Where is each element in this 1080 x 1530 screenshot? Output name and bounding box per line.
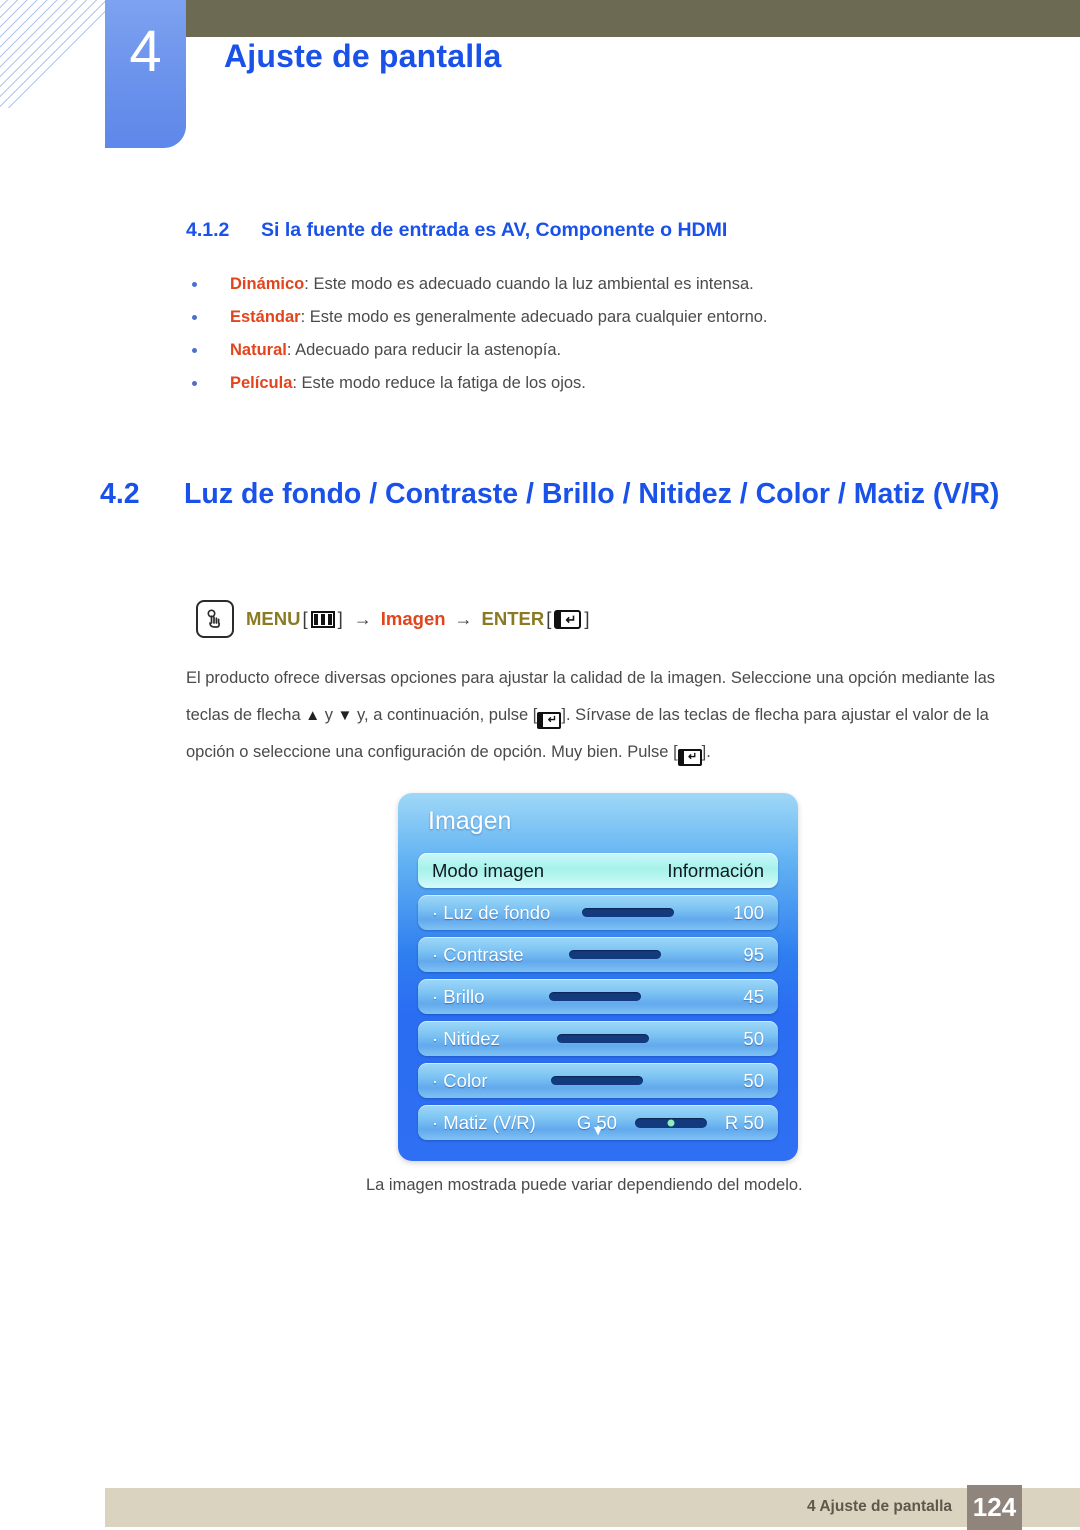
chapter-number: 4 [129, 18, 162, 84]
menu-bars-icon [310, 610, 335, 628]
osd-slider[interactable] [550, 1076, 643, 1085]
osd-row-label: · Brillo [432, 985, 485, 1007]
list-item: Película: Este modo reduce la fatiga de … [186, 367, 886, 400]
osd-scroll-down-icon[interactable]: ▼ [398, 1123, 798, 1137]
bracket-close: ] [584, 608, 590, 629]
bracket-open: [ [302, 608, 308, 629]
body-line-2c: ]. Sírvase de las teclas de flecha para [561, 706, 837, 724]
osd-row-contraste[interactable]: · Contraste 95 [418, 937, 778, 972]
osd-slider[interactable] [549, 992, 642, 1001]
osd-row-label: · Nitidez [432, 1027, 500, 1049]
osd-title: Imagen [428, 807, 512, 835]
osd-slider[interactable] [556, 1034, 649, 1043]
list-item: Dinámico: Este modo es adecuado cuando l… [186, 268, 886, 301]
list-item: Estándar: Este modo es generalmente adec… [186, 301, 886, 334]
osd-row-value: 95 [743, 943, 764, 965]
page-title: Ajuste de pantalla [224, 38, 502, 74]
decorative-hatch-pattern [0, 0, 108, 108]
path-arrow-1: → [353, 608, 372, 629]
bullet-keyword: Natural [230, 341, 287, 359]
enter-button-label: ENTER [481, 608, 545, 629]
osd-row-modo-imagen[interactable]: Modo imagen Información [418, 853, 778, 888]
osd-row-nitidez[interactable]: · Nitidez 50 [418, 1021, 778, 1056]
osd-row-value: 100 [733, 901, 764, 923]
body-paragraph: El producto ofrece diversas opciones par… [186, 660, 1006, 771]
header-bar [105, 0, 1080, 37]
osd-menu-screenshot: Imagen Modo imagen Información · Luz de … [398, 793, 798, 1161]
bullet-text: : Este modo es adecuado cuando la luz am… [304, 275, 754, 293]
enter-key-icon: ↵ [537, 712, 562, 729]
bullet-text: : Este modo es generalmente adecuado par… [300, 308, 768, 326]
osd-row-label: Modo imagen [432, 859, 545, 881]
bullet-keyword: Dinámico [230, 275, 305, 293]
section-heading: 4.2 Luz de fondo / Contraste / Brillo / … [100, 476, 1010, 512]
osd-row-value: 50 [743, 1027, 764, 1049]
subsection-title: Si la fuente de entrada es AV, Component… [261, 219, 728, 241]
subsection-number: 4.1.2 [186, 219, 230, 241]
osd-row-luz-de-fondo[interactable]: · Luz de fondo 100 [418, 895, 778, 930]
bullet-keyword: Estándar [230, 308, 301, 326]
bracket-open: [ [546, 608, 552, 629]
chapter-number-tab: 4 [105, 0, 186, 148]
osd-slider[interactable] [568, 950, 661, 959]
path-arrow-2: → [454, 608, 473, 629]
section-number: 4.2 [100, 478, 140, 510]
arrow-up-icon: ▲ [305, 707, 321, 724]
menu-button-label: MENU [246, 608, 301, 629]
osd-row-label: · Color [432, 1069, 488, 1091]
menu-navigation-path: MENU [ ] → Imagen → ENTER [ ↵ ] [196, 600, 592, 638]
osd-row-list: Modo imagen Información · Luz de fondo 1… [418, 853, 778, 1147]
enter-key-icon: ↵ [554, 609, 582, 629]
page-number-badge: 124 [967, 1485, 1022, 1530]
enter-key-icon: ↵ [677, 749, 702, 766]
bullet-keyword: Película [230, 374, 293, 392]
body-line-3b: ]. [701, 743, 711, 761]
list-item: Natural: Adecuado para reducir la asteno… [186, 334, 886, 367]
picture-mode-bullet-list: Dinámico: Este modo es adecuado cuando l… [186, 268, 886, 400]
body-line-2b: y, a continuación, pulse [ [357, 706, 538, 724]
osd-row-label: · Contraste [432, 943, 524, 965]
menu-path-imagen: Imagen [380, 608, 446, 629]
osd-row-color[interactable]: · Color 50 [418, 1063, 778, 1098]
bullet-text: : Adecuado para reducir la astenopía. [286, 341, 562, 359]
bullet-text: : Este modo reduce la fatiga de los ojos… [292, 374, 586, 392]
osd-row-value: 45 [743, 985, 764, 1007]
osd-row-label: · Luz de fondo [432, 901, 551, 923]
osd-caption: La imagen mostrada puede variar dependie… [366, 1176, 803, 1194]
footer-chapter-label: 4 Ajuste de pantalla [807, 1498, 952, 1515]
subsection-heading: 4.1.2 Si la fuente de entrada es AV, Comp… [186, 219, 727, 242]
bracket-close: ] [337, 608, 343, 629]
section-title: Luz de fondo / Contraste / Brillo / Niti… [184, 478, 1000, 510]
arrow-down-icon: ▼ [337, 707, 353, 724]
osd-row-value: Información [667, 859, 764, 881]
hand-press-icon [196, 600, 234, 638]
osd-row-value: 50 [743, 1069, 764, 1091]
osd-row-brillo[interactable]: · Brillo 45 [418, 979, 778, 1014]
body-line-1: El producto ofrece diversas opciones par… [186, 669, 897, 687]
osd-slider[interactable] [582, 908, 675, 917]
body-conj: y [324, 706, 333, 724]
